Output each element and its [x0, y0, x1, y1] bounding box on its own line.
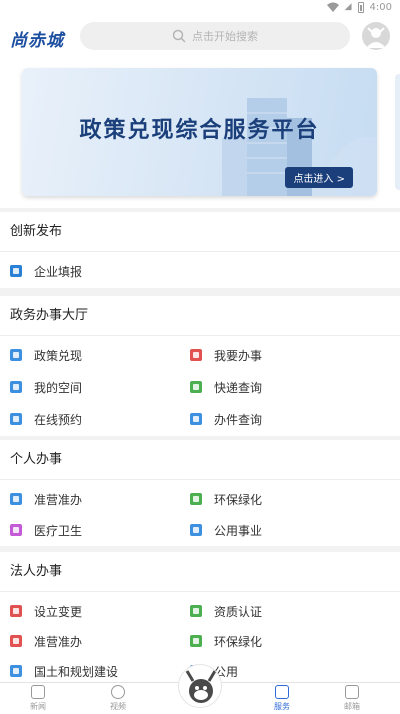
service-item-appointment[interactable]: 在线预约: [0, 404, 190, 434]
query-icon: [190, 413, 202, 425]
section-title: 创新发布: [0, 212, 400, 252]
service-item-business-license[interactable]: 准营准办: [0, 484, 190, 514]
mascot-home-button[interactable]: [178, 664, 222, 708]
user-icon: [10, 381, 22, 393]
service-item-case-query[interactable]: 办件查询: [190, 404, 400, 434]
service-label: 在线预约: [34, 412, 83, 427]
service-item-enterprise-report[interactable]: 企业填报: [0, 256, 190, 286]
service-item-environment[interactable]: 环保绿化: [190, 626, 400, 656]
banner-enter-button[interactable]: 点击进入 >: [285, 167, 353, 188]
section-legal-entity: 法人办事 设立变更 资质认证 准营准办 环保绿化 国土和规划建设 公用: [0, 552, 400, 682]
service-item-public-utility[interactable]: 公用: [190, 656, 400, 682]
service-item-environment[interactable]: 环保绿化: [190, 484, 400, 514]
service-item-express[interactable]: 快递查询: [190, 372, 400, 402]
service-item-business-license[interactable]: 准营准办: [0, 626, 190, 656]
service-icon: [275, 685, 289, 699]
tab-service[interactable]: 服务: [262, 685, 302, 712]
service-label: 企业填报: [34, 264, 83, 279]
document-red-icon: [190, 349, 202, 361]
search-input[interactable]: 点击开始搜索: [80, 22, 350, 50]
change-icon: [10, 605, 22, 617]
section-title: 个人办事: [0, 440, 400, 480]
certificate-icon: [190, 605, 202, 617]
avatar[interactable]: [362, 22, 390, 50]
banner-title: 政策兑现综合服务平台: [79, 118, 320, 143]
policy-banner[interactable]: 政策兑现综合服务平台 点击进入 >: [22, 68, 377, 196]
section-title: 法人办事: [0, 552, 400, 592]
calendar-icon: [10, 413, 22, 425]
service-label: 医疗卫生: [34, 523, 83, 538]
section-innovation: 创新发布 企业填报: [0, 212, 400, 288]
service-item-my-space[interactable]: 我的空间: [0, 372, 190, 402]
mailbox-icon: [345, 685, 359, 699]
banner-carousel: 政策兑现综合服务平台 点击进入 >: [0, 62, 400, 208]
land-icon: [10, 665, 22, 677]
service-item-policy-redeem[interactable]: 政策兑现: [0, 340, 190, 370]
app-header: 尚赤城 点击开始搜索: [0, 14, 400, 62]
tab-label: 新闻: [30, 702, 46, 711]
wifi-icon: [326, 2, 339, 12]
medical-icon: [10, 524, 22, 536]
tab-label: 视频: [110, 702, 126, 711]
battery-icon: [357, 1, 364, 13]
service-label: 快递查询: [214, 380, 263, 395]
tab-video[interactable]: 视频: [98, 685, 138, 712]
service-item-land-planning[interactable]: 国土和规划建设: [0, 656, 190, 682]
tab-label: 邮箱: [344, 702, 360, 711]
app-logo: 尚赤城: [10, 31, 64, 51]
tab-news[interactable]: 新闻: [18, 685, 58, 712]
service-label: 国土和规划建设: [34, 664, 119, 679]
signal-icon: ◢: [344, 2, 352, 12]
tab-label: 服务: [274, 702, 290, 711]
service-label: 设立变更: [34, 604, 83, 619]
express-icon: [190, 381, 202, 393]
form-icon: [10, 265, 22, 277]
service-item-apply[interactable]: 我要办事: [190, 340, 400, 370]
service-label: 环保绿化: [214, 634, 263, 649]
service-label: 准营准办: [34, 492, 83, 507]
section-personal: 个人办事 准营准办 环保绿化 医疗卫生 公用事业: [0, 440, 400, 546]
service-item-medical[interactable]: 医疗卫生: [0, 515, 190, 545]
building-icon: [190, 524, 202, 536]
shield-icon: [190, 635, 202, 647]
service-label: 政策兑现: [34, 348, 83, 363]
search-placeholder: 点击开始搜索: [192, 30, 258, 43]
service-item-utilities[interactable]: 公用事业: [190, 515, 400, 545]
license-icon: [10, 493, 22, 505]
status-time: 4:00: [369, 1, 392, 13]
video-icon: [111, 685, 125, 699]
service-label: 准营准办: [34, 634, 83, 649]
service-label: 办件查询: [214, 412, 263, 427]
service-label: 环保绿化: [214, 492, 263, 507]
license-red-icon: [10, 635, 22, 647]
tab-mailbox[interactable]: 邮箱: [332, 685, 372, 712]
service-item-qualification[interactable]: 资质认证: [190, 596, 400, 626]
user-avatar-icon: [366, 27, 386, 48]
shield-icon: [190, 493, 202, 505]
service-label: 我的空间: [34, 380, 83, 395]
document-icon: [10, 349, 22, 361]
mascot-icon: [185, 670, 217, 703]
banner-next-slide[interactable]: [395, 74, 400, 190]
section-title: 政务办事大厅: [0, 296, 400, 336]
status-bar: ◢ 4:00: [0, 0, 400, 14]
section-government-hall: 政务办事大厅 政策兑现 我要办事 我的空间 快递查询 在线预约 办件查询: [0, 296, 400, 436]
news-icon: [31, 685, 45, 699]
service-item-registration-change[interactable]: 设立变更: [0, 596, 190, 626]
search-icon: [172, 29, 186, 43]
service-label: 我要办事: [214, 348, 263, 363]
service-label: 公用事业: [214, 523, 263, 538]
service-label: 资质认证: [214, 604, 263, 619]
